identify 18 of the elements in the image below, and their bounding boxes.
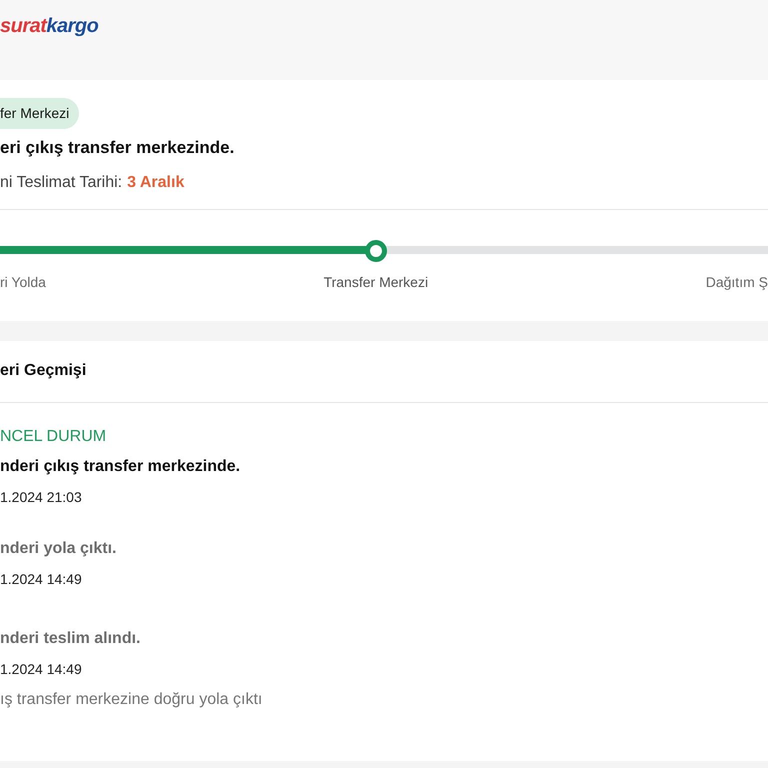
delivery-date: 3 Aralık (127, 172, 184, 192)
event-time: 1.2024 14:49 (0, 660, 83, 678)
current-status-tag: NCEL DURUM (0, 424, 768, 448)
brand-logo[interactable]: suratkargo (0, 11, 98, 41)
status-badge: fer Merkezi (0, 98, 80, 129)
step-label: ri Yolda (0, 272, 46, 292)
progress-knob (365, 240, 388, 262)
event-text: nderi teslim alındı. (0, 628, 142, 648)
event-time: 1.2024 14:49 (0, 570, 83, 588)
step-label: Dağıtım Ş (706, 272, 768, 292)
section-heading: eri Geçmişi (0, 340, 768, 402)
event-text: nderi yola çıktı. (0, 538, 118, 558)
event-time: 1.2024 21:03 (0, 488, 83, 506)
event-note: ış transfer merkezine doğru yola çıktı (0, 690, 264, 710)
delivery-date-label: ni Teslimat Tarihi: (0, 172, 122, 192)
status-message: eri çıkış transfer merkezinde. (0, 137, 236, 159)
event-text: nderi çıkış transfer merkezinde. (0, 456, 242, 476)
step-label: Transfer Merkezi (324, 272, 428, 292)
